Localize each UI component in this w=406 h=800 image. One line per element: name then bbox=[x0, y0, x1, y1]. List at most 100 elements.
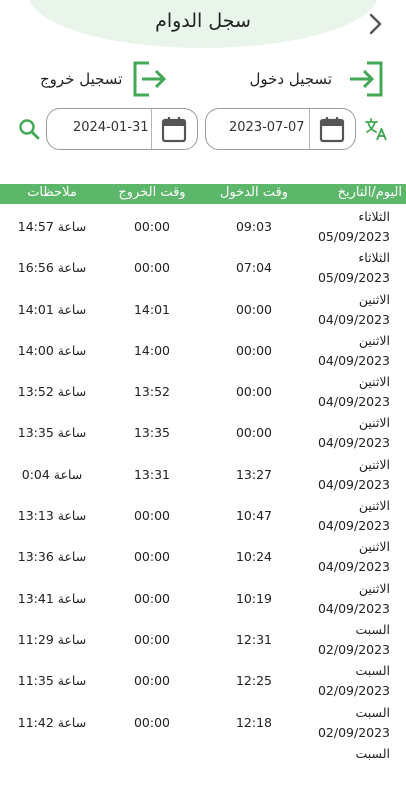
table-row: الثلاثاء 05/09/2023 07:04 00:00 16:56 ساعة bbox=[0, 246, 406, 287]
row-day: الاثنين bbox=[358, 332, 390, 348]
row-day-date: السبت bbox=[356, 744, 390, 764]
row-note: 13:41 ساعة bbox=[17, 590, 87, 606]
translate-icon[interactable] bbox=[364, 117, 388, 141]
column-header-day-date: اليوم/التاريخ bbox=[337, 185, 402, 200]
row-note: 14:01 ساعة bbox=[17, 301, 87, 317]
table-row: الاثنين 04/09/2023 13:27 13:31 0:04 ساعة bbox=[0, 453, 406, 494]
row-check-in: 12:31 bbox=[235, 631, 273, 647]
row-check-in: 00:00 bbox=[235, 342, 273, 358]
row-day: الاثنين bbox=[358, 539, 390, 555]
header: سجل الدوام bbox=[0, 0, 406, 50]
field-divider bbox=[151, 109, 152, 149]
row-day: الاثنين bbox=[358, 456, 390, 472]
row-check-in: 12:25 bbox=[235, 673, 273, 689]
search-icon[interactable] bbox=[18, 118, 40, 140]
row-check-out: 00:00 bbox=[133, 260, 171, 276]
row-date: 02/09/2023 bbox=[317, 724, 390, 740]
row-day-date: الاثنين 04/09/2023 bbox=[318, 537, 390, 577]
row-check-out: 00:00 bbox=[133, 714, 171, 730]
table-row: الاثنين 04/09/2023 00:00 13:35 13:35 ساعة bbox=[0, 411, 406, 452]
row-date: 04/09/2023 bbox=[317, 476, 390, 492]
row-check-out: 14:01 bbox=[133, 301, 171, 317]
row-check-in: 00:00 bbox=[235, 425, 273, 441]
row-note: 14:57 ساعة bbox=[17, 219, 87, 234]
row-check-in: 10:24 bbox=[235, 549, 273, 565]
row-note: 13:36 ساعة bbox=[17, 549, 87, 565]
to-date-value: 2024-01-31 bbox=[73, 120, 149, 135]
row-day: السبت bbox=[355, 745, 390, 761]
row-date: 02/09/2023 bbox=[317, 683, 390, 699]
chevron-right-icon[interactable] bbox=[364, 10, 388, 38]
row-note: 13:13 ساعة bbox=[17, 508, 87, 524]
row-check-in: 10:19 bbox=[235, 590, 273, 606]
row-check-out: 00:00 bbox=[133, 549, 171, 565]
row-check-out: 00:00 bbox=[133, 508, 171, 524]
row-check-out: 00:00 bbox=[133, 219, 171, 234]
table-row: السبت 02/09/2023 12:25 00:00 11:35 ساعة bbox=[0, 659, 406, 700]
to-date-field[interactable]: 2024-01-31 bbox=[46, 108, 198, 150]
row-day: الاثنين bbox=[358, 580, 390, 596]
table-header: اليوم/التاريخ وقت الدخول وقت الخروج ملاح… bbox=[0, 184, 406, 204]
check-out-button[interactable]: تسجيل خروج bbox=[40, 60, 170, 98]
row-day-date: السبت 02/09/2023 bbox=[318, 703, 390, 743]
row-check-out: 13:31 bbox=[133, 466, 171, 482]
row-date: 04/09/2023 bbox=[317, 352, 390, 368]
row-check-out: 00:00 bbox=[133, 590, 171, 606]
row-note: 11:42 ساعة bbox=[17, 714, 87, 730]
row-note: 11:29 ساعة bbox=[17, 631, 87, 647]
row-date: 05/09/2023 bbox=[317, 229, 390, 244]
row-date: 04/09/2023 bbox=[317, 311, 390, 327]
row-date: 04/09/2023 bbox=[317, 559, 390, 575]
table-row: السبت bbox=[0, 742, 406, 783]
row-day: السبت bbox=[355, 621, 390, 637]
row-day: الثلاثاء bbox=[358, 209, 390, 224]
row-check-in: 00:00 bbox=[235, 384, 273, 400]
from-date-value: 2023-07-07 bbox=[229, 120, 305, 135]
check-in-button[interactable]: تسجيل دخول bbox=[250, 60, 387, 98]
row-note: 16:56 ساعة bbox=[17, 260, 87, 276]
row-check-in: 00:00 bbox=[235, 301, 273, 317]
row-day-date: الاثنين 04/09/2023 bbox=[318, 290, 390, 330]
row-day: الاثنين bbox=[358, 415, 390, 431]
row-day-date: الاثنين 04/09/2023 bbox=[318, 331, 390, 371]
logout-icon bbox=[133, 61, 167, 97]
row-check-in: 07:04 bbox=[235, 260, 273, 276]
table-row: الاثنين 04/09/2023 00:00 13:52 13:52 ساعة bbox=[0, 370, 406, 411]
table-row: الاثنين 04/09/2023 10:24 00:00 13:36 ساعة bbox=[0, 535, 406, 576]
row-day-date: الاثنين 04/09/2023 bbox=[318, 579, 390, 619]
table-row: الاثنين 04/09/2023 00:00 14:01 14:01 ساعة bbox=[0, 288, 406, 329]
row-note: 11:35 ساعة bbox=[17, 673, 87, 689]
row-day: السبت bbox=[355, 704, 390, 720]
row-note: 13:52 ساعة bbox=[17, 384, 87, 400]
row-check-in: 10:47 bbox=[235, 508, 273, 524]
row-check-in: 13:27 bbox=[235, 466, 273, 482]
check-in-label: تسجيل دخول bbox=[249, 70, 333, 88]
calendar-icon[interactable] bbox=[161, 116, 187, 143]
row-note: 14:00 ساعة bbox=[17, 342, 87, 358]
row-day-date: السبت 02/09/2023 bbox=[318, 661, 390, 701]
row-day-date: الاثنين 04/09/2023 bbox=[318, 413, 390, 453]
row-date: 05/09/2023 bbox=[317, 270, 390, 286]
row-day: الاثنين bbox=[358, 291, 390, 307]
row-check-out: 13:52 bbox=[133, 384, 171, 400]
row-check-in: 09:03 bbox=[235, 219, 273, 234]
field-divider bbox=[309, 109, 310, 149]
from-date-field[interactable]: 2023-07-07 bbox=[205, 108, 356, 150]
page-title: سجل الدوام bbox=[155, 10, 251, 32]
table-row: السبت 02/09/2023 12:18 00:00 11:42 ساعة bbox=[0, 701, 406, 742]
row-check-out: 13:35 bbox=[133, 425, 171, 441]
table-row: الثلاثاء 05/09/2023 09:03 00:00 14:57 ساعة bbox=[0, 205, 406, 246]
row-note: 0:04 ساعة bbox=[21, 466, 83, 482]
attendance-list[interactable]: الثلاثاء 05/09/2023 09:03 00:00 14:57 ساعة ال… bbox=[0, 205, 406, 800]
row-day: الاثنين bbox=[358, 498, 390, 514]
row-note: 13:35 ساعة bbox=[17, 425, 87, 441]
calendar-icon[interactable] bbox=[319, 116, 345, 143]
row-check-out: 00:00 bbox=[133, 631, 171, 647]
row-date: 04/09/2023 bbox=[317, 394, 390, 410]
row-day: الثلاثاء bbox=[358, 250, 390, 266]
row-date: 04/09/2023 bbox=[317, 435, 390, 451]
row-day-date: الثلاثاء 05/09/2023 bbox=[318, 207, 390, 247]
column-header-notes: ملاحظات bbox=[27, 185, 77, 200]
row-day-date: السبت 02/09/2023 bbox=[318, 620, 390, 660]
row-check-out: 14:00 bbox=[133, 342, 171, 358]
